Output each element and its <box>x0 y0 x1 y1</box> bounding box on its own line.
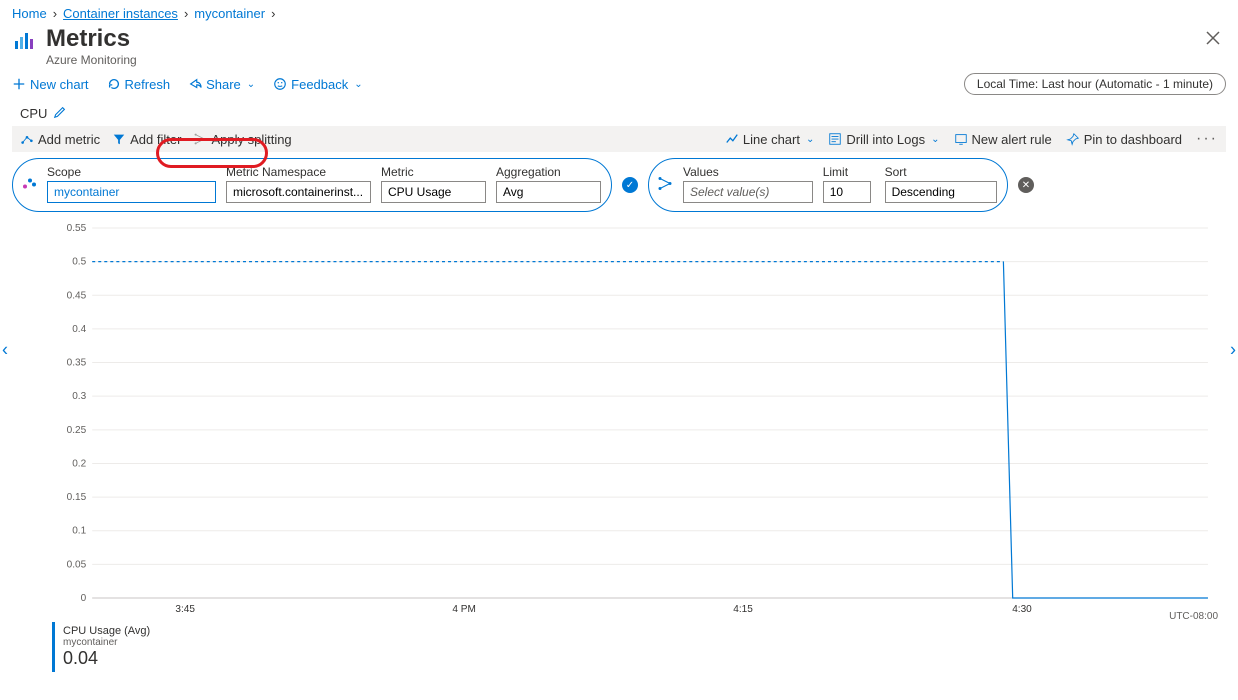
close-button[interactable] <box>1200 25 1226 54</box>
chevron-down-icon: ⌄ <box>806 134 814 145</box>
edit-title-button[interactable] <box>53 105 67 122</box>
svg-text:0.25: 0.25 <box>67 425 87 436</box>
share-button[interactable]: Share⌄ <box>188 77 255 92</box>
chevron-right-icon: › <box>53 6 57 21</box>
sort-select[interactable]: Descending <box>885 181 997 203</box>
aggregation-label: Aggregation <box>496 165 601 179</box>
values-select[interactable]: Select value(s) <box>683 181 813 203</box>
svg-text:0: 0 <box>81 593 87 604</box>
line-chart-icon <box>725 132 739 146</box>
breadcrumb-home[interactable]: Home <box>12 6 47 21</box>
add-metric-button[interactable]: Add metric <box>20 132 100 147</box>
svg-text:0.05: 0.05 <box>67 559 87 570</box>
metric-selector-group: Scope Metric Namespace microsoft.contain… <box>12 158 612 212</box>
feedback-button[interactable]: Feedback⌄ <box>273 77 362 92</box>
more-options-button[interactable]: ··· <box>1196 130 1218 148</box>
page-subtitle: Azure Monitoring <box>46 53 137 67</box>
refresh-icon <box>107 77 121 91</box>
alert-icon <box>954 132 968 146</box>
sort-label: Sort <box>885 165 997 179</box>
svg-text:0.35: 0.35 <box>67 358 87 369</box>
filter-icon <box>112 132 126 146</box>
legend-card[interactable]: CPU Usage (Avg) mycontainer 0.04 <box>52 622 158 672</box>
refresh-button[interactable]: Refresh <box>107 77 171 92</box>
legend-value: 0.04 <box>63 648 150 669</box>
metrics-chart[interactable]: 0 0.05 0.1 0.15 0.2 0.25 0.3 0.35 0.4 0.45 0.5 0.55… <box>12 218 1226 618</box>
add-filter-button[interactable]: Add filter <box>112 132 181 147</box>
svg-text:3:45: 3:45 <box>175 604 195 615</box>
svg-text:0.3: 0.3 <box>72 391 86 402</box>
plus-icon <box>12 77 26 91</box>
svg-text:0.1: 0.1 <box>72 526 86 537</box>
chevron-right-icon: › <box>271 6 275 21</box>
pencil-icon <box>53 105 67 119</box>
chart-type-dropdown[interactable]: Line chart⌄ <box>725 132 814 147</box>
scope-input[interactable] <box>47 181 216 203</box>
chart-toolbar: Add metric Add filter Apply splitting Li… <box>12 126 1226 152</box>
remove-splitting-button[interactable]: ✕ <box>1018 177 1034 193</box>
breadcrumb-container-instances[interactable]: Container instances <box>63 6 178 21</box>
namespace-label: Metric Namespace <box>226 165 371 179</box>
split-group-icon <box>657 176 673 195</box>
pin-dashboard-button[interactable]: Pin to dashboard <box>1066 132 1182 147</box>
confirm-metric-button[interactable]: ✓ <box>622 177 638 193</box>
chevron-down-icon: ⌄ <box>247 79 255 90</box>
splitting-group: Values Select value(s) Limit Sort Descen… <box>648 158 1008 212</box>
limit-label: Limit <box>823 165 875 179</box>
legend-subtitle: mycontainer <box>63 637 150 648</box>
svg-text:0.45: 0.45 <box>67 290 87 301</box>
pin-icon <box>1066 132 1080 146</box>
scope-label: Scope <box>47 165 216 179</box>
svg-text:0.55: 0.55 <box>67 223 87 234</box>
chevron-right-icon: › <box>184 6 188 21</box>
metric-label: Metric <box>381 165 486 179</box>
svg-text:0.2: 0.2 <box>72 458 86 469</box>
split-icon <box>193 132 207 146</box>
svg-text:4:30: 4:30 <box>1012 604 1032 615</box>
next-chart-button[interactable]: › <box>1230 340 1236 361</box>
apply-splitting-button[interactable]: Apply splitting <box>193 132 291 147</box>
add-metric-icon <box>20 132 34 146</box>
svg-text:4 PM: 4 PM <box>452 604 475 615</box>
metrics-icon <box>12 25 36 56</box>
namespace-select[interactable]: microsoft.containerinst... <box>226 181 371 203</box>
new-chart-button[interactable]: New chart <box>12 77 89 92</box>
timezone-label: UTC-08:00 <box>1169 611 1218 622</box>
action-bar: New chart Refresh Share⌄ Feedback⌄ Local… <box>12 73 1226 95</box>
legend-title: CPU Usage (Avg) <box>63 625 150 637</box>
new-alert-button[interactable]: New alert rule <box>954 132 1052 147</box>
metric-group-icon <box>21 176 37 195</box>
limit-input[interactable] <box>823 181 871 203</box>
svg-text:4:15: 4:15 <box>733 604 753 615</box>
share-icon <box>188 77 202 91</box>
svg-text:0.4: 0.4 <box>72 324 86 335</box>
page-title: Metrics <box>46 25 137 53</box>
aggregation-select[interactable]: Avg <box>496 181 601 203</box>
chart-title: CPU <box>20 106 47 121</box>
smiley-icon <box>273 77 287 91</box>
breadcrumb: Home › Container instances › mycontainer… <box>12 6 1226 21</box>
chevron-down-icon: ⌄ <box>354 79 362 90</box>
logs-icon <box>828 132 842 146</box>
chevron-down-icon: ⌄ <box>931 134 939 145</box>
breadcrumb-mycontainer[interactable]: mycontainer <box>194 6 265 21</box>
values-label: Values <box>683 165 813 179</box>
prev-chart-button[interactable]: ‹ <box>2 340 8 361</box>
metric-select[interactable]: CPU Usage <box>381 181 486 203</box>
time-range-picker[interactable]: Local Time: Last hour (Automatic - 1 min… <box>964 73 1226 95</box>
drill-logs-button[interactable]: Drill into Logs⌄ <box>828 132 939 147</box>
svg-text:0.15: 0.15 <box>67 492 87 503</box>
svg-text:0.5: 0.5 <box>72 257 86 268</box>
